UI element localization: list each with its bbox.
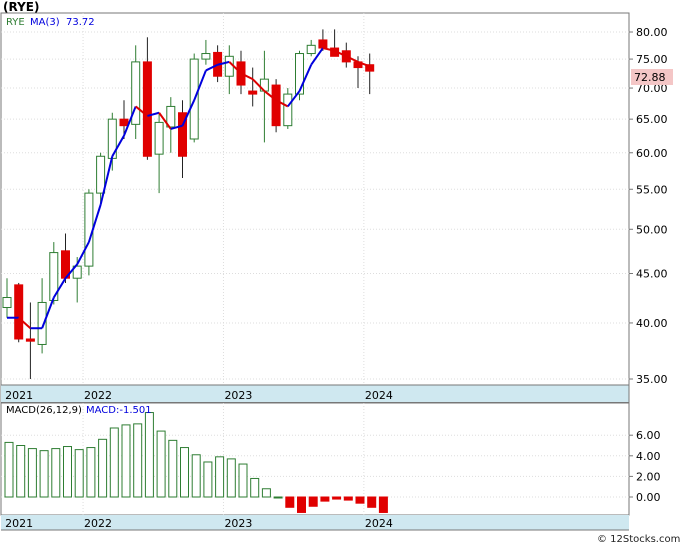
price-candle: [283, 88, 293, 129]
legend-symbol: RYE: [6, 17, 25, 28]
macd-bar: [63, 446, 72, 498]
macd-bar: [250, 477, 260, 498]
price-x-label: 2022: [84, 389, 112, 402]
candle-body: [142, 61, 152, 157]
macd-bar: [320, 496, 330, 502]
macd-bar: [133, 423, 143, 498]
macd-bar: [121, 424, 131, 498]
macd-tick-label: 4.00: [636, 450, 661, 463]
macd-bar: [367, 496, 377, 508]
macd-bar: [168, 439, 178, 498]
candle-body: [201, 53, 211, 60]
macd-bar: [215, 456, 225, 498]
macd-tick-label: 0.00: [636, 491, 661, 504]
candle-body: [248, 90, 258, 95]
macd-bar: [86, 447, 96, 498]
macd-bar: [39, 450, 49, 498]
macd-x-label: 2024: [365, 517, 393, 530]
candle-body: [25, 338, 35, 342]
legend-ma-label: MA(3): [30, 17, 60, 28]
price-tick-label: 35.00: [636, 373, 668, 386]
macd-bar: [4, 441, 14, 498]
macd-bar: [191, 454, 201, 498]
candle-body: [224, 55, 234, 77]
price-tick-label: 55.00: [636, 183, 668, 196]
macd-bar: [226, 458, 236, 498]
macd-bar: [98, 438, 108, 498]
macd-bar: [51, 448, 61, 498]
candle-body: [14, 284, 24, 340]
watermark: © 12Stocks.com: [597, 534, 680, 545]
candle-body: [2, 297, 12, 308]
candle-body: [306, 44, 316, 55]
macd-bar: [343, 496, 353, 501]
last-price-label: 72.88: [634, 71, 666, 84]
macd-bar: [144, 412, 154, 498]
legend-ma-value: 73.72: [66, 17, 95, 28]
macd-x-label: 2023: [224, 517, 252, 530]
macd-bar: [238, 463, 248, 498]
macd-bar: [16, 445, 26, 498]
stock-chart: 35.0040.0045.0050.0055.0060.0065.0070.00…: [0, 0, 680, 545]
macd-bar: [74, 449, 84, 498]
candle-body: [96, 155, 106, 194]
candle-body: [295, 53, 304, 95]
price-candle: [295, 50, 304, 101]
macd-x-label: 2022: [84, 517, 112, 530]
price-tick-label: 65.00: [636, 113, 668, 126]
macd-bar: [297, 496, 306, 513]
macd-bar: [285, 496, 295, 508]
price-tick-label: 75.00: [636, 53, 668, 66]
candle-body: [283, 93, 293, 127]
macd-bar: [378, 496, 388, 513]
price-x-label: 2023: [224, 389, 252, 402]
chart-title: (RYE): [3, 0, 39, 14]
macd-bar: [308, 496, 318, 507]
candle-body: [318, 39, 328, 49]
macd-bar: [109, 427, 119, 498]
macd-tick-label: 2.00: [636, 470, 661, 483]
candle-body: [271, 84, 281, 127]
macd-bar: [273, 496, 283, 499]
price-tick-label: 80.00: [636, 26, 668, 39]
price-tick-label: 60.00: [636, 147, 668, 160]
macd-legend-value: MACD:-1.501: [86, 405, 152, 416]
macd-bar: [332, 496, 342, 500]
price-tick-label: 40.00: [636, 317, 668, 330]
price-candle: [14, 282, 24, 343]
macd-tick-label: 6.00: [636, 429, 661, 442]
macd-bar: [27, 448, 37, 498]
price-tick-label: 50.00: [636, 223, 668, 236]
price-tick-label: 45.00: [636, 268, 668, 281]
price-panel: [0, 12, 630, 403]
macd-y-axis: 0.00 2.00 4.00 6.00: [629, 429, 661, 504]
macd-bar: [203, 461, 213, 498]
macd-legend-label: MACD(26,12,9): [6, 405, 82, 416]
price-x-label: 2021: [5, 389, 33, 402]
candle-body: [84, 192, 94, 267]
macd-bar: [355, 496, 365, 504]
macd-bar: [180, 447, 189, 498]
candle-body: [154, 121, 164, 155]
macd-bar: [261, 488, 271, 498]
candle-body: [119, 118, 129, 127]
macd-x-label: 2021: [5, 517, 33, 530]
macd-bar: [156, 430, 166, 498]
price-candle: [271, 79, 281, 133]
price-x-label: 2024: [365, 389, 393, 402]
